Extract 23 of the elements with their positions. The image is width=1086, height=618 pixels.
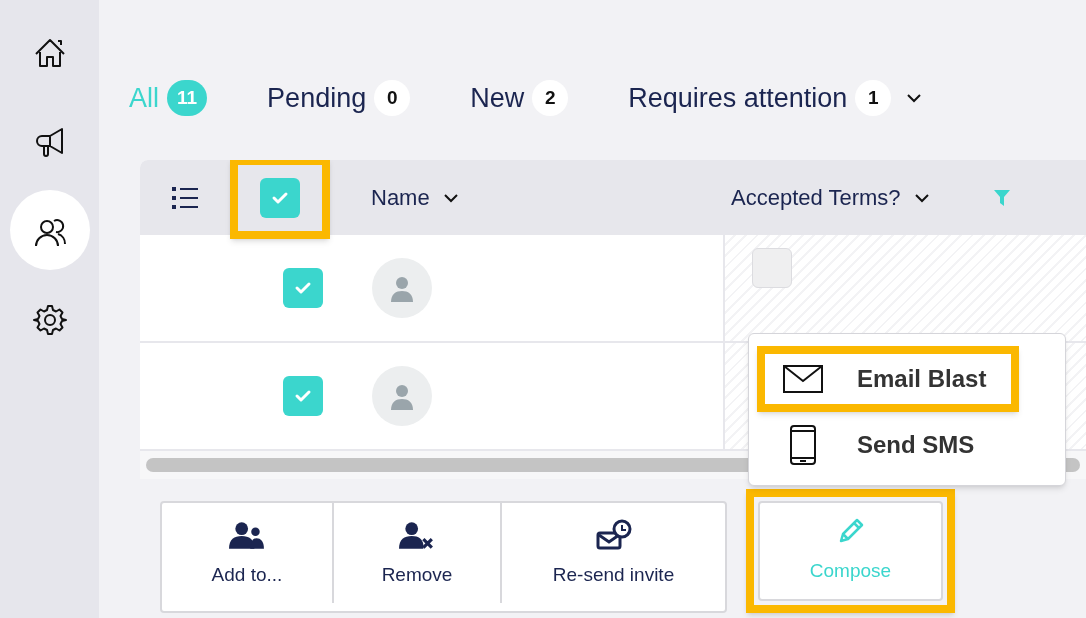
tab[interactable]: Pending 0: [267, 77, 411, 119]
count-badge: 11: [167, 80, 208, 116]
action-button[interactable]: Remove: [332, 503, 500, 603]
checkbox[interactable]: [752, 248, 792, 288]
envelope-icon: [783, 365, 823, 393]
menu-item[interactable]: Email Blast: [757, 346, 1019, 412]
count-badge: 2: [532, 80, 569, 116]
tab[interactable]: New 2: [470, 77, 569, 119]
count-badge: 0: [374, 80, 411, 116]
action-button[interactable]: Add to...: [162, 503, 332, 603]
column-header[interactable]: Accepted Terms?: [731, 181, 901, 214]
phone-icon: [790, 425, 816, 465]
checkbox[interactable]: [260, 177, 300, 218]
tab[interactable]: Requires attention 1: [628, 77, 924, 119]
checkbox[interactable]: [283, 376, 323, 416]
envelope-clock-icon: [595, 518, 632, 551]
checkbox[interactable]: [283, 268, 323, 308]
column-header[interactable]: Name: [371, 181, 430, 214]
settings-icon: [31, 302, 68, 338]
menu-item[interactable]: Send SMS: [757, 412, 1019, 478]
action-button[interactable]: Re-send invite: [500, 503, 725, 603]
list-icon: [171, 184, 199, 211]
count-badge: 1: [855, 80, 892, 116]
